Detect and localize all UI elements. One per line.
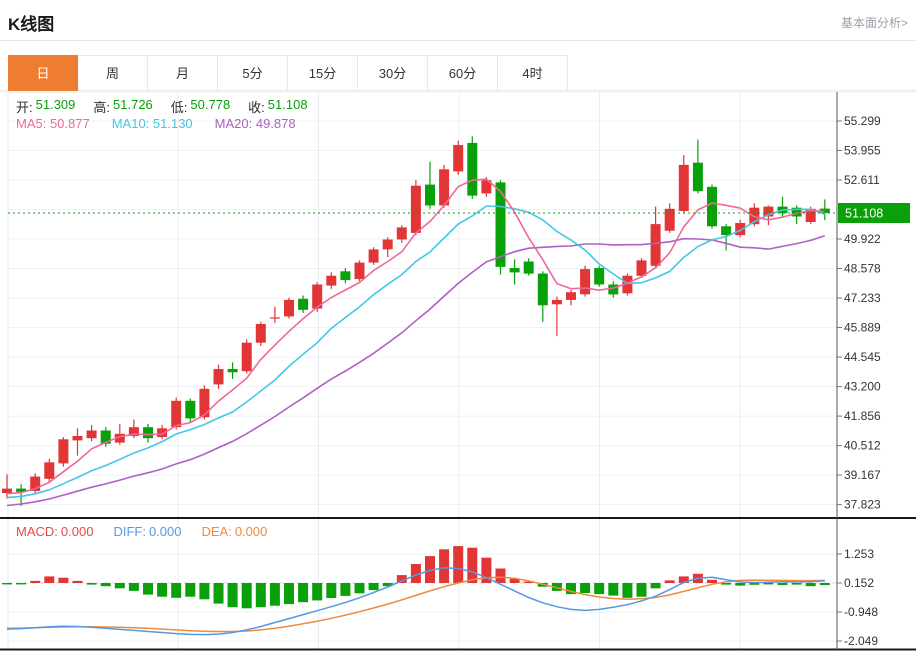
tab-4hour[interactable]: 4时 [498,55,568,91]
tab-week[interactable]: 周 [78,55,148,91]
svg-text:1.253: 1.253 [844,547,874,561]
svg-text:43.200: 43.200 [844,380,881,394]
dea-value: 0.000 [234,524,268,539]
close-label: 收: [248,100,265,115]
high-value: 51.726 [113,97,153,112]
tab-30min[interactable]: 30分 [358,55,428,91]
open-value: 51.309 [35,97,76,112]
svg-text:55.299: 55.299 [844,114,881,128]
open-item: 开: 51.309 [16,97,75,116]
ma-info-bar: MA5: 50.877 MA10: 51.130 MA20: 49.878 [16,116,296,131]
svg-text:40.512: 40.512 [844,439,881,453]
tab-5min[interactable]: 5分 [218,55,288,91]
page-title: K线图 [8,14,55,34]
header: K线图 基本面分析> [8,8,908,36]
macd-label: MACD: [16,524,58,539]
close-value: 51.108 [267,97,308,112]
low-value: 50.778 [190,97,231,112]
svg-text:51.108: 51.108 [845,207,883,221]
low-item: 低: 50.778 [171,97,230,116]
svg-text:37.823: 37.823 [844,498,881,512]
svg-text:49.922: 49.922 [844,232,881,246]
tab-day[interactable]: 日 [8,55,78,91]
ma20-value: MA20: 49.878 [214,116,296,131]
high-item: 高: 51.726 [93,97,152,116]
ma10-line [6,205,826,499]
dea-label: DEA: [201,524,232,539]
svg-text:52.611: 52.611 [844,173,880,187]
open-label: 开: [16,100,33,115]
svg-text:47.233: 47.233 [844,291,881,305]
svg-text:39.167: 39.167 [844,468,881,482]
svg-text:48.578: 48.578 [844,262,881,276]
macd-info-bar: MACD: 0.000 DIFF: 0.000 DEA: 0.000 [16,524,267,539]
svg-text:53.955: 53.955 [844,144,881,158]
svg-text:41.856: 41.856 [844,409,881,423]
header-divider [0,40,916,41]
low-label: 低: [170,100,188,115]
price-axis: 55.299 53.955 52.611 49.922 48.578 47.233 45.8… [837,114,881,648]
current-price-tag: 51.108 [838,203,910,223]
fundamental-analysis-link[interactable]: 基本面分析> [841,14,908,31]
period-tabs: 日周月 5分 15分 30分 60分 4时 [8,55,568,91]
diff-label: DIFF: [113,524,146,539]
dea-item: DEA: 0.000 [201,524,267,539]
diff-item: DIFF: 0.000 [113,524,181,539]
close-item: 收: 51.108 [248,97,307,116]
tab-month[interactable]: 月 [148,55,218,91]
svg-text:45.889: 45.889 [844,321,881,335]
svg-text:44.545: 44.545 [844,350,881,364]
ohlc-info-bar: 开: 51.309 高: 51.726 低: 50.778 收: 51.108 [16,97,308,116]
svg-text:-0.948: -0.948 [844,605,878,619]
tab-60min[interactable]: 60分 [428,55,498,91]
tab-15min[interactable]: 15分 [288,55,358,91]
high-label: 高: [93,100,111,115]
ma5-value: MA5: 50.877 [16,116,90,131]
svg-text:-2.049: -2.049 [844,634,878,648]
svg-text:0.152: 0.152 [844,576,874,590]
diff-value: 0.000 [148,524,182,539]
ma20-line [6,235,826,507]
ma10-value: MA10: 51.130 [111,116,193,131]
macd-item: MACD: 0.000 [16,524,93,539]
macd-value: 0.000 [60,524,94,539]
